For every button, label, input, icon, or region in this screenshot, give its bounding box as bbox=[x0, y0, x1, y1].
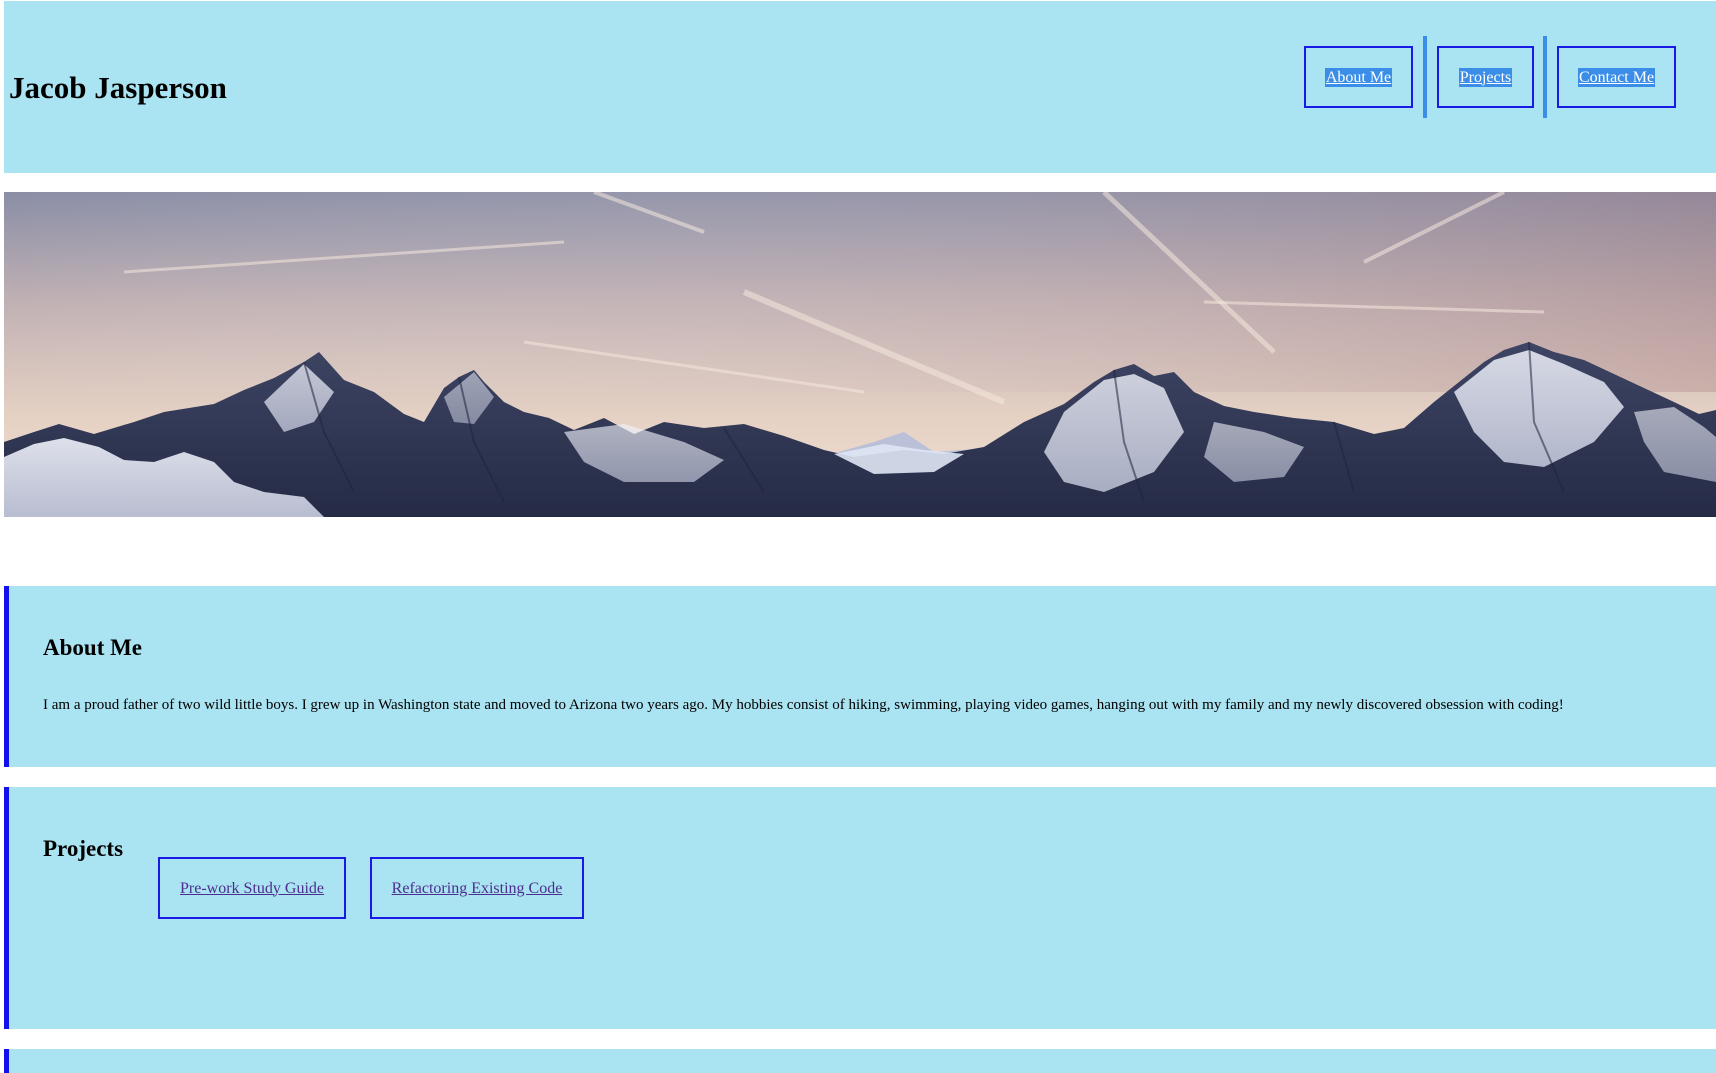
nav-projects-link[interactable]: Projects bbox=[1437, 46, 1534, 108]
about-text: I am a proud father of two wild little b… bbox=[43, 697, 1564, 713]
projects-section: Projects Pre-work Study Guide Refactorin… bbox=[4, 787, 1716, 1029]
page: Jacob Jasperson About Me Projects Contac… bbox=[0, 0, 1716, 1073]
about-heading: About Me bbox=[43, 635, 143, 660]
nav-divider bbox=[1423, 36, 1427, 118]
project-card-prework-study-guide[interactable]: Pre-work Study Guide bbox=[158, 857, 346, 919]
nav-contact-me-label: Contact Me bbox=[1577, 67, 1656, 87]
site-header: Jacob Jasperson About Me Projects Contac… bbox=[4, 1, 1716, 173]
about-section: About Me I am a proud father of two wild… bbox=[4, 586, 1716, 767]
main-nav: About Me Projects Contact Me bbox=[4, 1, 1716, 173]
nav-about-me-link[interactable]: About Me bbox=[1304, 46, 1413, 108]
nav-divider bbox=[1543, 36, 1547, 118]
hero-image bbox=[4, 192, 1716, 517]
projects-heading: Projects bbox=[43, 836, 124, 861]
nav-about-me-label: About Me bbox=[1324, 67, 1393, 87]
nav-projects-label: Projects bbox=[1458, 67, 1513, 87]
contact-section bbox=[4, 1049, 1716, 1073]
nav-contact-me-link[interactable]: Contact Me bbox=[1557, 46, 1676, 108]
project-card-refactoring-existing-code[interactable]: Refactoring Existing Code bbox=[370, 857, 584, 919]
project-link-label: Refactoring Existing Code bbox=[391, 879, 563, 897]
project-link-label: Pre-work Study Guide bbox=[180, 879, 324, 897]
